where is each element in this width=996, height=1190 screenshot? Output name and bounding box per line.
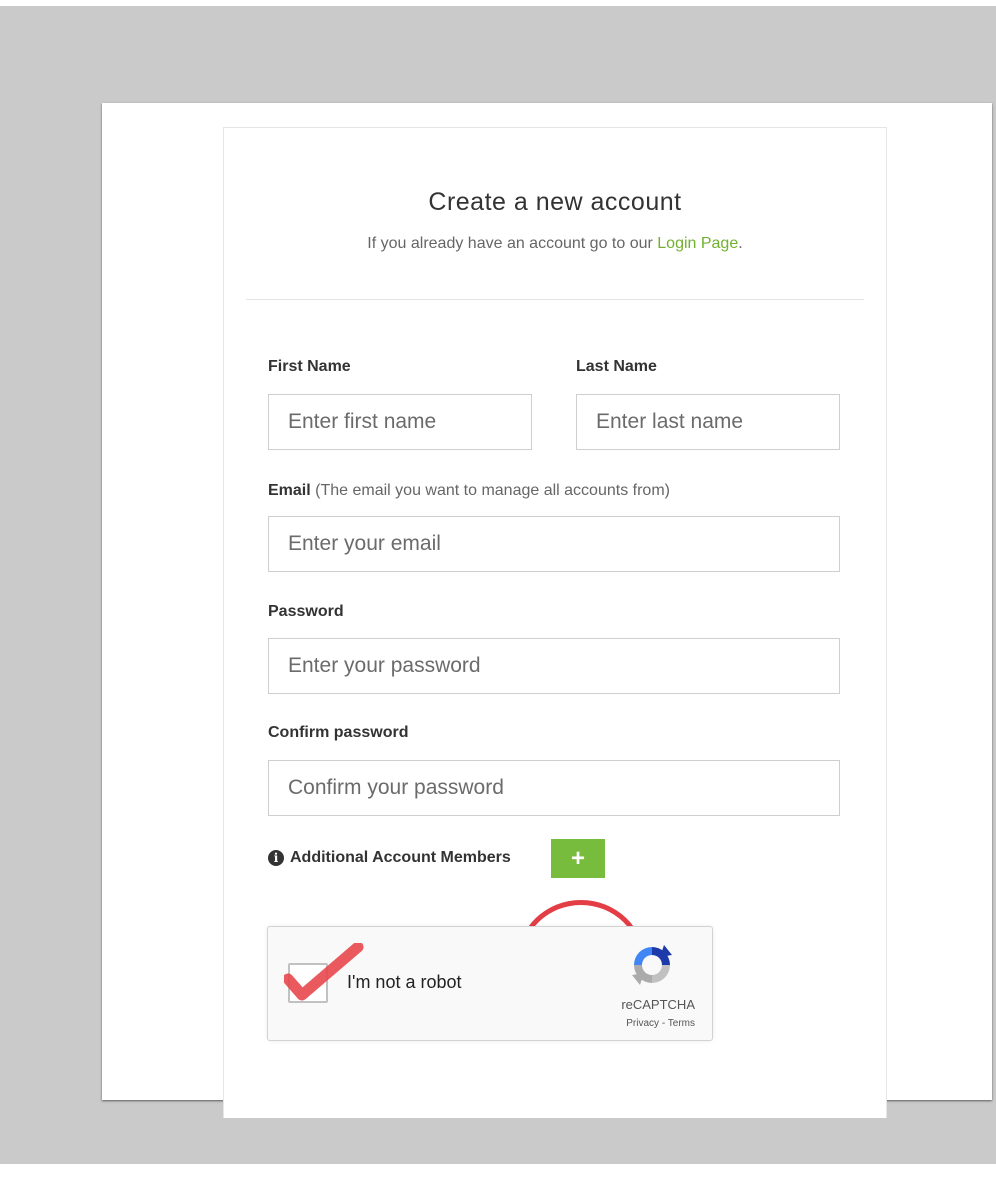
password-input[interactable] xyxy=(268,638,840,694)
password-label: Password xyxy=(268,603,344,620)
recaptcha-brand: reCAPTCHA xyxy=(621,997,695,1012)
last-name-input[interactable] xyxy=(576,394,840,450)
email-hint: (The email you want to manage all accoun… xyxy=(315,482,670,499)
header-divider xyxy=(246,299,864,300)
login-prompt-text: If you already have an account go to our xyxy=(367,235,658,252)
email-label: Email (The email you want to manage all … xyxy=(268,482,670,500)
page-title: Create a new account xyxy=(428,188,682,216)
recaptcha-widget: I'm not a robot reCAPTCHA Privacy - Term… xyxy=(267,926,713,1041)
last-name-label: Last Name xyxy=(576,358,657,375)
recaptcha-links: Privacy - Terms xyxy=(626,1018,695,1029)
email-input[interactable] xyxy=(268,516,840,572)
email-label-text: Email xyxy=(268,482,311,499)
first-name-input[interactable] xyxy=(268,394,532,450)
confirm-password-input[interactable] xyxy=(268,760,840,816)
info-icon: i xyxy=(268,850,284,866)
first-name-label: First Name xyxy=(268,358,351,375)
terms-link[interactable]: Terms xyxy=(668,1018,695,1029)
add-member-button[interactable]: + xyxy=(551,839,605,878)
login-prompt: If you already have an account go to our… xyxy=(224,235,886,253)
confirm-password-label: Confirm password xyxy=(268,724,409,741)
additional-members-label: Additional Account Members xyxy=(290,849,511,866)
login-prompt-period: . xyxy=(738,235,743,252)
links-separator: - xyxy=(659,1018,668,1029)
login-page-link[interactable]: Login Page xyxy=(657,235,738,252)
recaptcha-label: I'm not a robot xyxy=(347,972,462,992)
privacy-link[interactable]: Privacy xyxy=(626,1018,659,1029)
additional-members-row: i Additional Account Members xyxy=(268,849,511,867)
recaptcha-logo-icon xyxy=(632,945,672,985)
